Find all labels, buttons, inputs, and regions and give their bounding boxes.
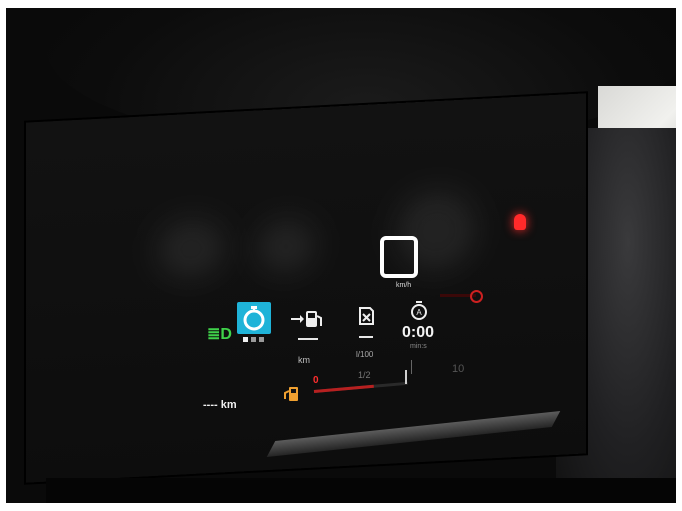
page-dot [243, 337, 248, 342]
instrument-cluster-photo [6, 8, 676, 503]
consumption-unit-label: l/100 [356, 350, 374, 359]
page-dot [251, 337, 256, 342]
fuel-range-icon [290, 308, 324, 335]
fuel-consumption-icon [357, 305, 375, 332]
dashboard-lower-edge [46, 478, 676, 503]
elapsed-time-unit: min:s [410, 343, 427, 350]
low-beam-headlight-icon: ≣D [207, 326, 232, 343]
stopwatch-tile[interactable] [237, 302, 271, 334]
page-indicator-dots [243, 337, 264, 342]
fuel-half-mark: 1/2 [358, 370, 371, 380]
right-scale-label: 10 [452, 363, 465, 375]
fuel-pump-icon [284, 385, 304, 408]
warning-light-icon [514, 214, 526, 230]
range-to-empty-value: ---- km [203, 399, 237, 411]
speed-unit-label: km/h [396, 282, 412, 289]
digital-speed-display [380, 236, 418, 278]
svg-text:A: A [416, 308, 422, 317]
consumption-value-dashes [359, 336, 373, 338]
red-ring-indicator [470, 290, 483, 303]
page-dot [259, 337, 264, 342]
elapsed-time-value: 0:00 [402, 324, 435, 341]
fuel-empty-mark: 0 [313, 375, 319, 386]
trip-timer-icon: A [410, 300, 428, 327]
fuel-gauge-end-tick [405, 370, 407, 384]
stopwatch-icon [243, 306, 265, 331]
scale-tick [411, 360, 412, 374]
range-value-dashes [298, 338, 318, 340]
range-unit-label: km [298, 355, 310, 365]
